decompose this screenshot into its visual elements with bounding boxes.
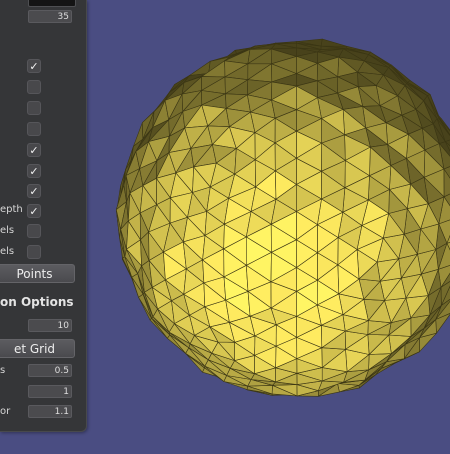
- checkbox-5[interactable]: ✓: [27, 143, 41, 157]
- section-value-field[interactable]: 10: [28, 319, 72, 332]
- param-2-field[interactable]: 1: [28, 385, 72, 398]
- value-field-top[interactable]: 35: [28, 10, 72, 23]
- checkbox-1[interactable]: ✓: [27, 59, 41, 73]
- options-panel: 35 ✓ ✓ ✓ ✓ epth ✓ els els Points on Opti…: [0, 0, 87, 432]
- checkbox-4[interactable]: [27, 122, 41, 136]
- checkbox-7[interactable]: ✓: [27, 184, 41, 198]
- section-title: on Options: [0, 295, 74, 309]
- checkbox-3[interactable]: [27, 101, 41, 115]
- checkbox-6[interactable]: ✓: [27, 164, 41, 178]
- checkbox-9-label: els: [0, 225, 15, 236]
- checkbox-9[interactable]: [27, 224, 41, 238]
- param-1-label: s: [0, 365, 6, 376]
- param-3-field[interactable]: 1.1: [28, 405, 72, 418]
- points-button[interactable]: Points: [0, 264, 75, 283]
- mesh-face: [320, 38, 348, 47]
- checkbox-10-label: els: [0, 246, 15, 257]
- grid-button[interactable]: et Grid: [0, 339, 75, 358]
- checkbox-10[interactable]: [27, 245, 41, 259]
- checkbox-8-label: epth: [0, 204, 23, 215]
- color-swatch[interactable]: [28, 0, 76, 7]
- param-3-label: or: [0, 406, 11, 417]
- checkbox-2[interactable]: [27, 80, 41, 94]
- param-1-field[interactable]: 0.5: [28, 364, 72, 377]
- checkbox-8[interactable]: ✓: [27, 204, 41, 218]
